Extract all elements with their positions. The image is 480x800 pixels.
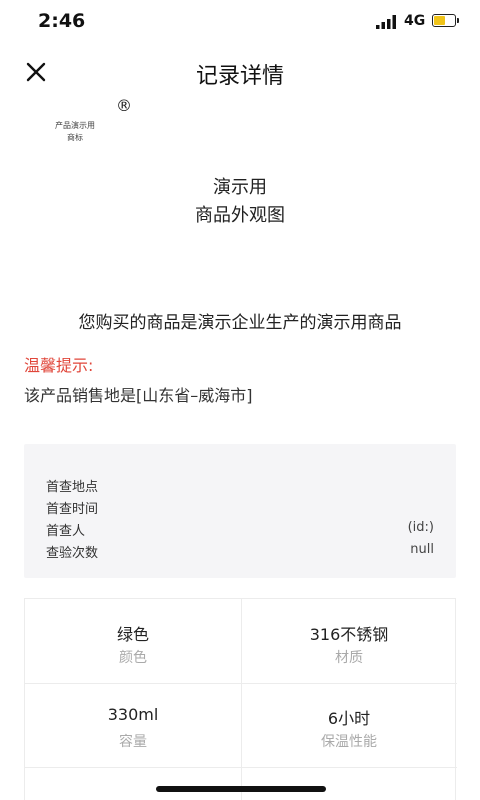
grid-divider <box>25 767 457 768</box>
home-indicator[interactable] <box>156 786 326 792</box>
product-image-line2: 商品外观图 <box>195 205 285 226</box>
product-image: 演示用 商品外观图 <box>0 174 480 230</box>
spec-value: 6小时 <box>327 709 371 728</box>
spec-label: 颜色 <box>119 650 147 666</box>
query-row-person: 首查人 (id:) <box>46 520 434 542</box>
query-label: 首查地点 <box>46 480 99 495</box>
spec-label: 保温性能 <box>321 734 377 750</box>
page-title: 记录详情 <box>195 64 284 89</box>
battery-tip <box>457 18 459 23</box>
spec-value: 316不锈钢 <box>309 625 389 644</box>
query-row-location: 首查地点 <box>46 476 434 498</box>
query-value: null <box>410 542 434 557</box>
logo-text-line2: 商标 <box>67 133 83 142</box>
product-image-line1: 演示用 <box>213 177 267 198</box>
query-label: 查验次数 <box>46 546 99 561</box>
battery-icon <box>432 14 456 27</box>
spec-insulation: 6小时 保温性能 <box>241 683 457 767</box>
spec-capacity: 330ml 容量 <box>25 683 241 767</box>
status-time: 2:46 <box>38 10 86 32</box>
brand-logo: ® 产品演示用 商标 <box>40 96 140 146</box>
status-bar: 2:46 4G <box>0 0 480 44</box>
spec-value: 330ml <box>107 705 159 724</box>
nav-bar: 记录详情 <box>0 48 480 96</box>
query-value: (id:) <box>407 520 434 535</box>
query-row-count: 查验次数 null <box>46 542 434 564</box>
battery-level <box>434 16 445 25</box>
query-row-time: 首查时间 <box>46 498 434 520</box>
registered-mark: ® <box>116 96 132 115</box>
logo-text-line1: 产品演示用 <box>55 121 95 130</box>
query-label: 首查时间 <box>46 502 99 517</box>
purchase-message: 您购买的商品是演示企业生产的演示用商品 <box>78 313 402 333</box>
signal-icon <box>376 15 396 29</box>
spec-value: 绿色 <box>116 625 149 644</box>
spec-grid: 绿色 颜色 316不锈钢 材质 330ml 容量 6小时 保温性能 <box>24 598 457 800</box>
spec-material: 316不锈钢 材质 <box>241 599 457 683</box>
query-label: 首查人 <box>46 524 86 539</box>
query-info-panel: 首查地点 首查时间 首查人 (id:) 查验次数 null <box>24 444 456 578</box>
spec-label: 材质 <box>335 650 363 666</box>
tip-text: 该产品销售地是[山东省–威海市] <box>24 386 253 405</box>
network-type: 4G <box>404 13 426 29</box>
spec-label: 容量 <box>119 734 147 750</box>
tip-title: 温馨提示: <box>24 356 94 375</box>
spec-color: 绿色 颜色 <box>25 599 241 683</box>
